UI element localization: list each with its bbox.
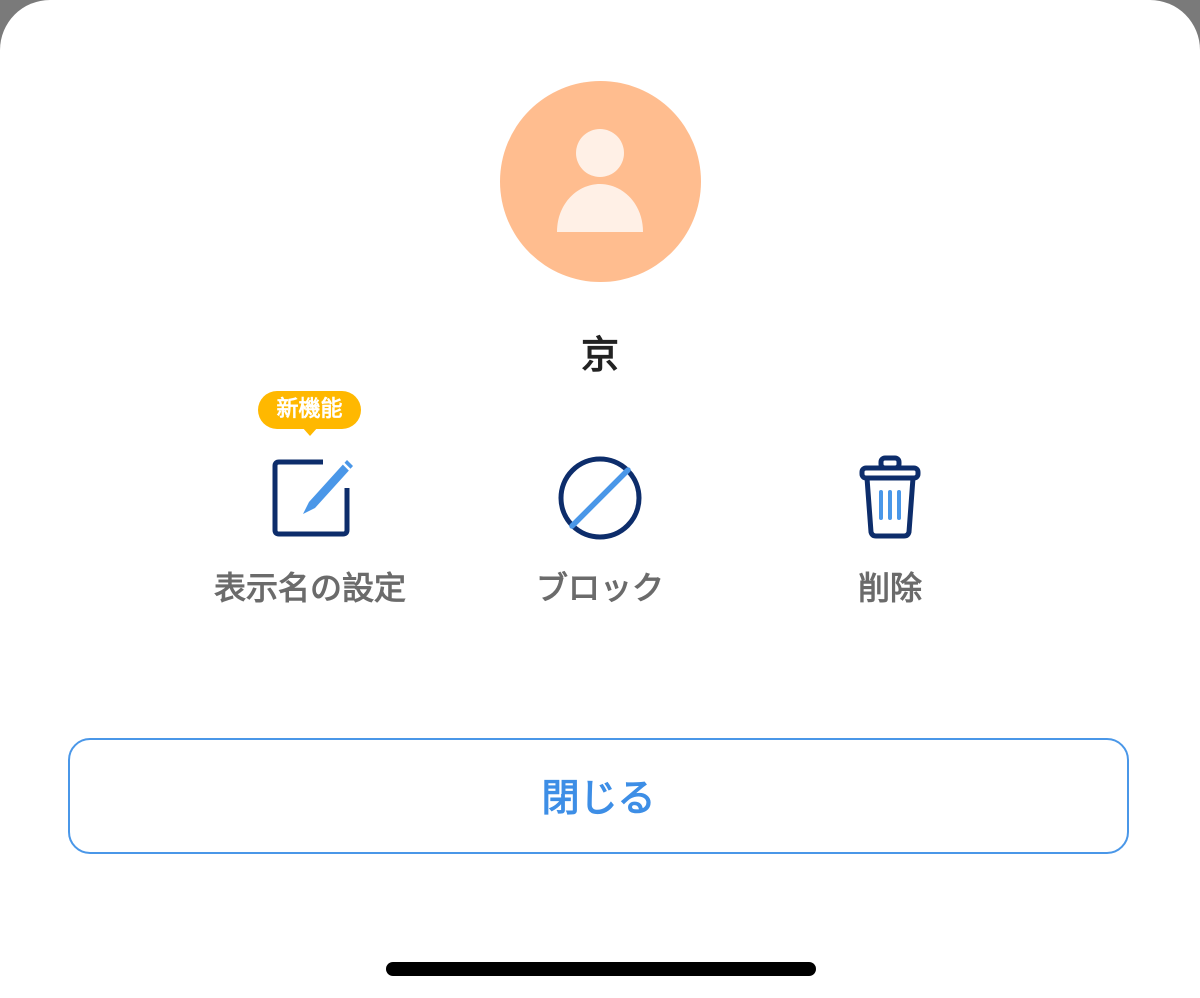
avatar	[500, 81, 701, 282]
badge-pointer	[302, 427, 318, 436]
home-indicator	[386, 962, 816, 976]
edit-icon	[265, 450, 355, 540]
trash-icon	[845, 450, 935, 540]
block-button[interactable]: ブロック	[470, 450, 730, 620]
delete-button[interactable]: 削除	[760, 450, 1020, 620]
set-display-name-button[interactable]: 表示名の設定	[180, 450, 440, 620]
profile-action-sheet: 京 新機能 表示名の設定 ブロック 削除 閉じる	[0, 0, 1200, 998]
person-icon	[557, 129, 643, 232]
block-label: ブロック	[535, 569, 664, 607]
block-icon	[555, 450, 645, 540]
contact-name: 京	[580, 333, 619, 377]
set-display-name-label: 表示名の設定	[213, 569, 406, 607]
close-button[interactable]: 閉じる	[68, 738, 1129, 854]
delete-label: 削除	[857, 569, 922, 607]
new-feature-badge: 新機能	[258, 391, 361, 429]
